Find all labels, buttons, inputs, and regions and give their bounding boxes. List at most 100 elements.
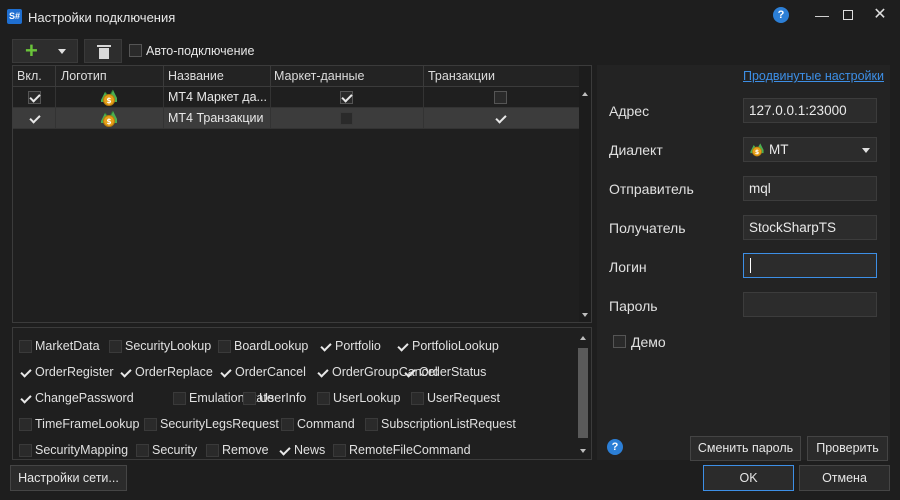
auto-connect-checkbox[interactable]	[129, 44, 142, 57]
title-bar: S# Настройки подключения ? — ✕	[0, 0, 900, 34]
capabilities-list: MarketData SecurityLookup BoardLookup Portf…	[12, 327, 592, 460]
dialect-select[interactable]: $ MT	[743, 137, 877, 162]
capability-checkbox[interactable]	[173, 392, 186, 405]
login-label: Логин	[609, 259, 647, 275]
check-button[interactable]: Проверить	[807, 436, 888, 461]
sender-label: Отправитель	[609, 181, 694, 197]
maximize-button[interactable]	[836, 4, 860, 26]
capability-label: Remove	[222, 443, 269, 457]
dialect-label: Диалект	[609, 142, 663, 158]
column-header-logo[interactable]: Логотип	[61, 69, 107, 83]
capability-checkbox[interactable]	[316, 366, 329, 379]
capability-checkbox[interactable]	[281, 418, 294, 431]
capability-checkbox[interactable]	[136, 444, 149, 457]
capability-label: PortfolioLookup	[412, 339, 499, 353]
capability-checkbox[interactable]	[396, 340, 409, 353]
row-enabled-checkbox[interactable]	[28, 112, 41, 125]
delete-connection-button[interactable]	[84, 39, 122, 63]
capability-label: BoardLookup	[234, 339, 309, 353]
capability-checkbox[interactable]	[19, 418, 32, 431]
capability-checkbox[interactable]	[219, 366, 232, 379]
capability-label: SubscriptionListRequest	[381, 417, 516, 431]
table-row[interactable]: $ MT4 Маркет да...	[13, 87, 579, 108]
chevron-down-icon[interactable]	[58, 49, 66, 54]
capability-label: SecurityLegsRequest	[160, 417, 279, 431]
capability-checkbox[interactable]	[317, 392, 330, 405]
row-market-data-checkbox[interactable]	[340, 112, 353, 125]
capability-checkbox[interactable]	[19, 340, 32, 353]
minimize-button[interactable]: —	[810, 4, 834, 26]
capability-checkbox[interactable]	[319, 340, 332, 353]
scroll-up-icon[interactable]	[582, 92, 588, 96]
capability-label: SecurityLookup	[125, 339, 212, 353]
row-market-data-checkbox[interactable]	[340, 91, 353, 104]
column-header-enabled[interactable]: Вкл.	[17, 69, 42, 83]
network-settings-button[interactable]: Настройки сети...	[10, 465, 127, 491]
chevron-down-icon[interactable]	[862, 148, 870, 153]
app-logo: S#	[7, 9, 22, 24]
ok-button[interactable]: OK	[703, 465, 794, 491]
capability-checkbox[interactable]	[109, 340, 122, 353]
password-label: Пароль	[609, 298, 658, 314]
demo-checkbox[interactable]	[613, 335, 626, 348]
receiver-label: Получатель	[609, 220, 686, 236]
demo-label: Демо	[631, 334, 666, 350]
capability-checkbox[interactable]	[19, 444, 32, 457]
capability-checkbox[interactable]	[333, 444, 346, 457]
capability-label: Command	[297, 417, 355, 431]
grid-scrollbar[interactable]	[579, 66, 591, 322]
row-enabled-checkbox[interactable]	[28, 91, 41, 104]
connection-settings-panel: Продвинутые настройки Адрес 127.0.0.1:23…	[597, 65, 890, 461]
capability-checkbox[interactable]	[19, 366, 32, 379]
capability-label: OrderReplace	[135, 365, 213, 379]
advanced-settings-link[interactable]: Продвинутые настройки	[743, 69, 884, 83]
metatrader-coin-icon: $	[101, 89, 117, 106]
capability-label: OrderStatus	[419, 365, 487, 379]
capability-label: Security	[152, 443, 198, 457]
help-icon[interactable]: ?	[773, 7, 789, 23]
capability-label: SecurityMapping	[35, 443, 129, 457]
address-field[interactable]: 127.0.0.1:23000	[743, 98, 877, 123]
capabilities-scrollbar[interactable]	[577, 328, 589, 459]
sender-field[interactable]: mql	[743, 176, 877, 201]
capability-checkbox[interactable]	[19, 392, 32, 405]
trash-icon	[97, 45, 111, 59]
capability-label: News	[294, 443, 326, 457]
capability-checkbox[interactable]	[365, 418, 378, 431]
grid-header: Вкл. Логотип Название Маркет-данные Тран…	[13, 66, 579, 87]
capability-label: ChangePassword	[35, 391, 134, 405]
column-header-transactions[interactable]: Транзакции	[428, 69, 495, 83]
close-button[interactable]: ✕	[868, 4, 892, 26]
cancel-button[interactable]: Отмена	[799, 465, 890, 491]
scroll-down-icon[interactable]	[582, 313, 588, 317]
password-field[interactable]	[743, 292, 877, 317]
capability-checkbox[interactable]	[206, 444, 219, 457]
scrollbar-thumb[interactable]	[578, 348, 588, 438]
svg-text:$: $	[106, 117, 111, 126]
change-password-button[interactable]: Сменить пароль	[690, 436, 801, 461]
capability-checkbox[interactable]	[278, 444, 291, 457]
row-transactions-checkbox[interactable]	[494, 91, 507, 104]
capability-checkbox[interactable]	[243, 392, 256, 405]
capability-checkbox[interactable]	[411, 392, 424, 405]
table-row[interactable]: $ MT4 Транзакции	[13, 108, 579, 129]
svg-text:$: $	[106, 96, 111, 105]
column-header-name[interactable]: Название	[168, 69, 224, 83]
capability-label: MarketData	[35, 339, 100, 353]
help-icon[interactable]: ?	[607, 439, 623, 455]
login-field[interactable]	[743, 253, 877, 278]
column-header-market-data[interactable]: Маркет-данные	[274, 69, 364, 83]
receiver-field[interactable]: StockSharpTS	[743, 215, 877, 240]
capability-checkbox[interactable]	[119, 366, 132, 379]
capability-label: UserLookup	[333, 391, 401, 405]
capability-label: OrderCancel	[235, 365, 306, 379]
scroll-down-icon[interactable]	[580, 449, 586, 453]
capability-checkbox[interactable]	[403, 366, 416, 379]
text-cursor	[750, 258, 751, 273]
scroll-up-icon[interactable]	[580, 336, 586, 340]
row-transactions-checkbox[interactable]	[494, 112, 507, 125]
dialect-value: MT	[769, 142, 789, 157]
capability-checkbox[interactable]	[218, 340, 231, 353]
capability-checkbox[interactable]	[144, 418, 157, 431]
add-connection-button[interactable]: +	[12, 39, 78, 63]
